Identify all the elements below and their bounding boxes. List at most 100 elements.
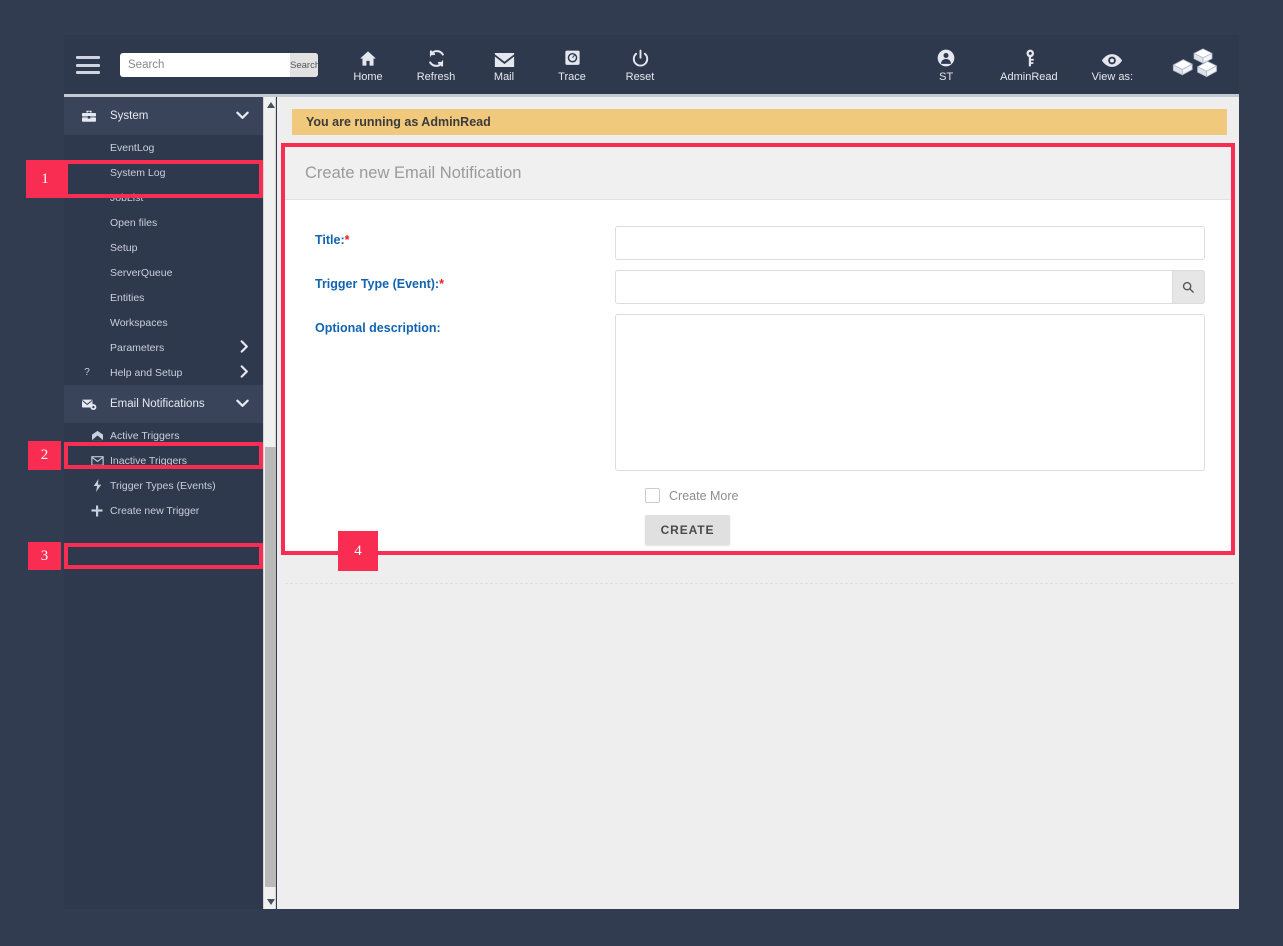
create-more-row: Create More: [645, 488, 1233, 503]
nav-item-trace[interactable]: Trace: [552, 46, 592, 83]
trigger-type-field-label: Trigger Type (Event):*: [285, 270, 615, 291]
search-input[interactable]: [120, 53, 290, 77]
description-field-label: Optional description:: [285, 314, 615, 335]
nav-label: Mail: [493, 71, 515, 84]
label-text: Optional description:: [315, 321, 441, 335]
card-header: Create new Email Notification: [285, 147, 1233, 200]
toolbox-icon: [76, 109, 102, 123]
scroll-up-arrow-icon[interactable]: [264, 97, 277, 112]
title-input[interactable]: [615, 226, 1205, 260]
sidebar-item-label: Entities: [110, 291, 145, 304]
search-submit-button[interactable]: Search: [290, 53, 318, 77]
isometric-cube-logo: [1167, 45, 1221, 85]
sidebar-item-email-notifications[interactable]: Email Notifications: [64, 385, 263, 423]
plus-icon: [90, 505, 104, 517]
sidebar-item-label: Open files: [110, 216, 158, 229]
search-icon[interactable]: [1172, 270, 1205, 304]
sidebar-item-label: JobList: [110, 191, 144, 204]
trigger-type-input[interactable]: [615, 270, 1173, 304]
nav-label: Home: [353, 71, 383, 84]
section-divider: [285, 583, 1233, 584]
nav-label: Reset: [625, 71, 655, 84]
nav-item-reset[interactable]: Reset: [620, 46, 660, 83]
create-more-checkbox[interactable]: [645, 488, 660, 503]
nav-item-view-as[interactable]: View as:: [1092, 46, 1133, 83]
mail-icon: [494, 46, 515, 68]
sidebar-item-label: System Log: [110, 166, 166, 179]
label-text: Trigger Type (Event):: [315, 277, 440, 291]
sidebar-item-inactive-triggers[interactable]: Inactive Triggers: [64, 448, 263, 473]
top-navigation-bar: Search Home Refresh: [64, 35, 1239, 95]
annotation-badge-3: 3: [28, 542, 61, 570]
page-title: Create new Email Notification: [305, 163, 522, 182]
form-row-description: Optional description:: [285, 314, 1233, 476]
sidebar-item-label: System: [110, 110, 149, 122]
scroll-down-arrow-icon[interactable]: [264, 894, 277, 909]
sidebar-item-parameters[interactable]: Parameters: [64, 335, 263, 360]
chevron-down-icon: [236, 109, 249, 123]
envelope-open-icon: [90, 430, 104, 441]
impersonation-alert-bar: You are running as AdminRead: [292, 109, 1227, 135]
required-marker: *: [439, 277, 444, 291]
sidebar-item-help-and-setup[interactable]: ? Help and Setup: [64, 360, 263, 385]
nav-item-user[interactable]: ST: [926, 46, 966, 83]
create-notification-card: Create new Email Notification Title:* Tr…: [285, 147, 1233, 551]
nav-item-adminread[interactable]: AdminRead: [1000, 46, 1058, 84]
description-field-wrap: [615, 314, 1233, 476]
sidebar-item-label: Parameters: [110, 341, 165, 354]
sidebar-item-system[interactable]: System: [64, 97, 263, 135]
sidebar-item-active-triggers[interactable]: Active Triggers: [64, 423, 263, 448]
trigger-type-lookup: [615, 270, 1205, 304]
sidebar-item-label: Inactive Triggers: [110, 454, 188, 467]
sidebar-item-serverqueue[interactable]: ServerQueue: [64, 260, 263, 285]
form-row-trigger-type: Trigger Type (Event):*: [285, 270, 1233, 304]
sidebar-item-eventlog[interactable]: EventLog: [64, 135, 263, 160]
nav-label: Trace: [558, 71, 586, 84]
sidebar-item-label: Help and Setup: [110, 366, 183, 379]
mail-gear-icon: [76, 397, 102, 411]
hamburger-menu-icon[interactable]: [76, 56, 100, 74]
sidebar-item-joblist[interactable]: JobList: [64, 185, 263, 210]
sidebar-item-label: Workspaces: [110, 316, 168, 329]
user-icon: [936, 46, 956, 68]
top-nav-items: Home Refresh Mail Trace Reset: [348, 46, 660, 83]
sidebar-item-entities[interactable]: Entities: [64, 285, 263, 310]
nav-item-mail[interactable]: Mail: [484, 46, 524, 83]
sidebar-item-open-files[interactable]: Open files: [64, 210, 263, 235]
sidebar-item-label: Create new Trigger: [110, 504, 200, 517]
trace-icon: [563, 46, 582, 68]
nav-item-refresh[interactable]: Refresh: [416, 46, 456, 83]
annotation-badge-4: 4: [338, 531, 378, 571]
sidebar-item-workspaces[interactable]: Workspaces: [64, 310, 263, 335]
create-button[interactable]: CREATE: [645, 515, 730, 545]
home-icon: [358, 46, 378, 68]
chevron-right-icon: [240, 339, 249, 356]
label-text: Title:: [315, 233, 345, 247]
annotation-badge-1: 1: [26, 160, 64, 198]
chevron-down-icon: [236, 397, 249, 411]
bolt-icon: [90, 479, 104, 492]
sidebar-scrollbar[interactable]: [263, 97, 276, 909]
nav-label: ST: [939, 71, 954, 84]
scrollbar-thumb[interactable]: [265, 447, 276, 887]
global-search: Search: [120, 53, 318, 77]
sidebar-item-system-log[interactable]: System Log: [64, 160, 263, 185]
chevron-right-icon: [240, 364, 249, 381]
nav-label: AdminRead: [1000, 71, 1058, 84]
sidebar-item-label: Trigger Types (Events): [110, 479, 216, 492]
description-textarea[interactable]: [615, 314, 1205, 471]
sidebar-item-trigger-types[interactable]: Trigger Types (Events): [64, 473, 263, 498]
sidebar-navigation: System EventLog System Log JobList Open …: [64, 97, 263, 909]
required-marker: *: [344, 233, 350, 247]
nav-label: View as:: [1091, 71, 1133, 84]
nav-item-home[interactable]: Home: [348, 46, 388, 83]
sidebar-item-setup[interactable]: Setup: [64, 235, 263, 260]
hamburger-bar: [76, 56, 100, 59]
form-row-title: Title:*: [285, 226, 1233, 260]
create-more-label: Create More: [669, 488, 739, 503]
sidebar-item-label: EventLog: [110, 141, 155, 154]
nav-label: Refresh: [416, 71, 456, 84]
sidebar-item-label: Setup: [110, 241, 138, 254]
sidebar-item-create-new-trigger[interactable]: Create new Trigger: [64, 498, 263, 523]
title-field-wrap: [615, 226, 1233, 260]
